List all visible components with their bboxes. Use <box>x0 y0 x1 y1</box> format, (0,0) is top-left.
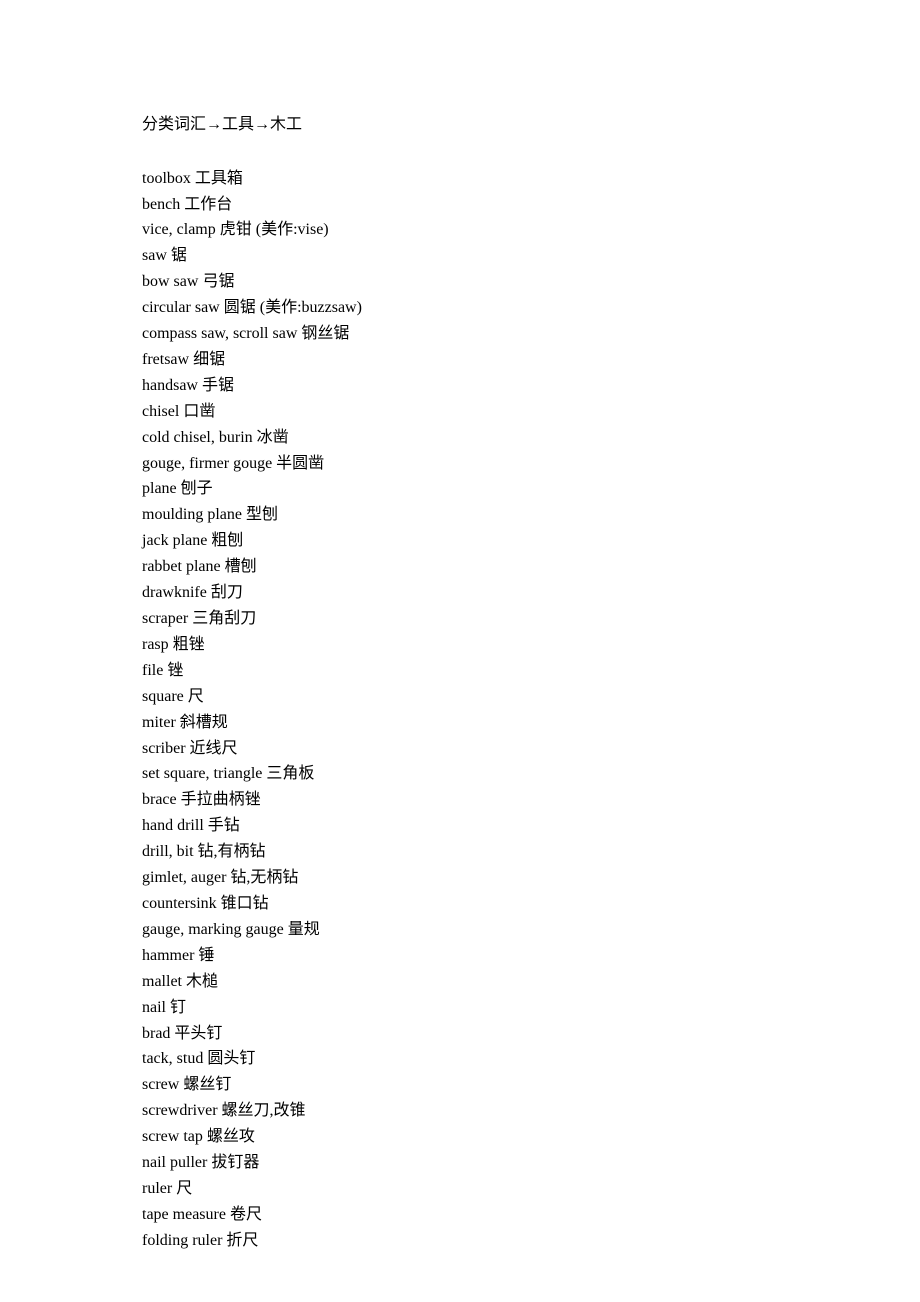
vocab-item: bench 工作台 <box>142 192 920 218</box>
vocab-item: rasp 粗锉 <box>142 632 920 658</box>
vocab-item: rabbet plane 槽刨 <box>142 554 920 580</box>
vocab-item: screwdriver 螺丝刀,改锥 <box>142 1098 920 1124</box>
vocab-item: file 锉 <box>142 658 920 684</box>
vocab-item: nail 钉 <box>142 995 920 1021</box>
vocab-item: screw 螺丝钉 <box>142 1072 920 1098</box>
vocab-item: drill, bit 钻,有柄钻 <box>142 839 920 865</box>
document-page: 分类词汇→工具→木工 toolbox 工具箱bench 工作台vice, cla… <box>0 0 920 1254</box>
vocab-item: hammer 锤 <box>142 943 920 969</box>
vocab-item: plane 刨子 <box>142 476 920 502</box>
vocab-item: scraper 三角刮刀 <box>142 606 920 632</box>
vocab-item: chisel 口凿 <box>142 399 920 425</box>
vocab-item: screw tap 螺丝攻 <box>142 1124 920 1150</box>
vocab-item: gimlet, auger 钻,无柄钻 <box>142 865 920 891</box>
vocab-item: moulding plane 型刨 <box>142 502 920 528</box>
vocab-item: scriber 近线尺 <box>142 736 920 762</box>
vocab-item: miter 斜槽规 <box>142 710 920 736</box>
vocab-item: vice, clamp 虎钳 (美作:vise) <box>142 217 920 243</box>
vocab-item: cold chisel, burin 冰凿 <box>142 425 920 451</box>
vocab-item: brace 手拉曲柄锉 <box>142 787 920 813</box>
vocab-item: gauge, marking gauge 量规 <box>142 917 920 943</box>
vocab-item: compass saw, scroll saw 钢丝锯 <box>142 321 920 347</box>
vocab-item: bow saw 弓锯 <box>142 269 920 295</box>
vocab-item: nail puller 拔钉器 <box>142 1150 920 1176</box>
vocabulary-list: toolbox 工具箱bench 工作台vice, clamp 虎钳 (美作:v… <box>142 166 920 1254</box>
vocab-item: hand drill 手钻 <box>142 813 920 839</box>
vocab-item: tack, stud 圆头钉 <box>142 1046 920 1072</box>
vocab-item: toolbox 工具箱 <box>142 166 920 192</box>
vocab-item: handsaw 手锯 <box>142 373 920 399</box>
vocab-item: drawknife 刮刀 <box>142 580 920 606</box>
breadcrumb-heading: 分类词汇→工具→木工 <box>142 112 920 138</box>
vocab-item: ruler 尺 <box>142 1176 920 1202</box>
vocab-item: folding ruler 折尺 <box>142 1228 920 1254</box>
vocab-item: countersink 锥口钻 <box>142 891 920 917</box>
vocab-item: gouge, firmer gouge 半圆凿 <box>142 451 920 477</box>
vocab-item: jack plane 粗刨 <box>142 528 920 554</box>
vocab-item: mallet 木槌 <box>142 969 920 995</box>
vocab-item: set square, triangle 三角板 <box>142 761 920 787</box>
vocab-item: circular saw 圆锯 (美作:buzzsaw) <box>142 295 920 321</box>
vocab-item: fretsaw 细锯 <box>142 347 920 373</box>
vocab-item: tape measure 卷尺 <box>142 1202 920 1228</box>
vocab-item: saw 锯 <box>142 243 920 269</box>
vocab-item: square 尺 <box>142 684 920 710</box>
vocab-item: brad 平头钉 <box>142 1021 920 1047</box>
